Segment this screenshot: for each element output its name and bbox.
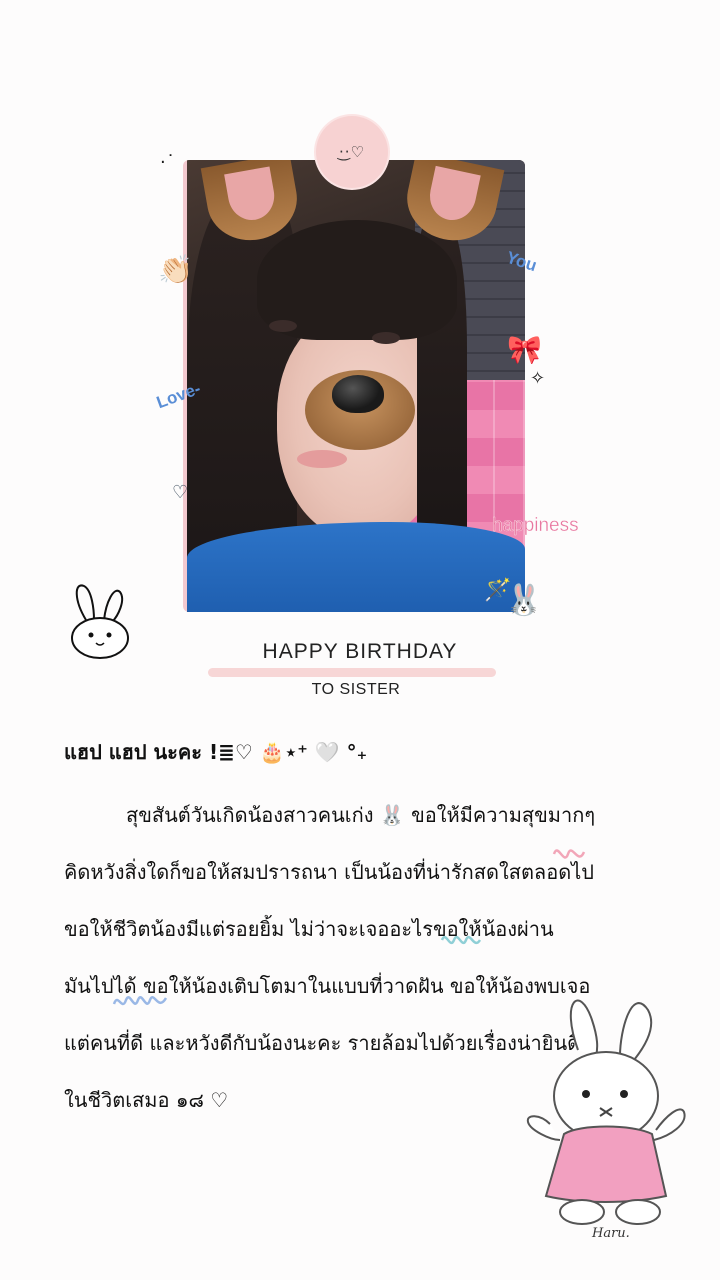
clap-sticker-icon: 👏🏻 — [158, 253, 193, 286]
portrait-photo — [187, 160, 525, 612]
tag-happiness: happiness — [492, 515, 579, 536]
title-underline — [208, 668, 496, 677]
photo-mouth — [297, 450, 347, 468]
bow-sticker-icon: 🎀 — [507, 333, 542, 366]
bunny-face-sticker-icon: 🐰 — [505, 583, 543, 618]
blue-squiggle-icon — [112, 996, 168, 1006]
top-dots-doodle: · ͘ — [160, 152, 172, 173]
photo-frame — [183, 160, 525, 612]
heart-outline-icon: ♡ — [172, 482, 189, 503]
message-line: คิดหวังสิ่งใดก็ขอให้สมปรารถนา เป็นน้องที… — [64, 860, 594, 884]
miffy-bunny-illustration — [526, 999, 686, 1225]
message-line: สุขสันต์วันเกิดน้องสาวคนเก่ง 🐰 ขอให้มีคว… — [126, 803, 596, 827]
face-badge: ·͜·♡ — [316, 116, 388, 188]
photo-eye-left — [269, 320, 297, 332]
photo-eye-right — [372, 332, 400, 344]
greeting-line: แฮป แฮป นะคะ !≣♡ 🎂⋆⁺ 🤍 °₊ — [64, 740, 368, 764]
bunny-doodle-icon — [71, 584, 129, 659]
teal-squiggle-icon — [440, 935, 482, 945]
photo-shirt — [187, 522, 525, 612]
dog-nose — [332, 375, 384, 413]
signature: Haru. — [592, 1226, 630, 1241]
card-subtitle: TO SISTER — [311, 681, 401, 698]
sparkle-icon: ✧ — [530, 368, 546, 389]
card-title: HAPPY BIRTHDAY — [262, 640, 458, 663]
pink-squiggle-icon — [552, 849, 586, 859]
message-line: ขอให้ชีวิตน้องมีแต่รอยยิ้ม ไม่ว่าจะเจออะ… — [64, 917, 554, 941]
